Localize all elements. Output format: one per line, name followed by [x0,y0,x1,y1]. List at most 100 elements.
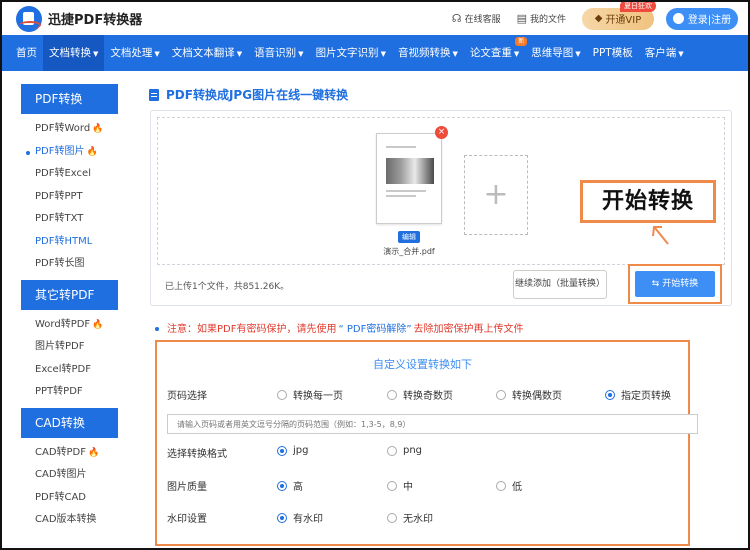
sidebar-item[interactable]: CAD版本转换 [21,509,118,532]
page-option[interactable]: 转换奇数页 [387,387,453,402]
start-convert-button[interactable]: ⇆ 开始转换 [635,271,715,297]
sidebar-item-label: PDF转图片 [35,145,85,157]
sidebar-item-label: PPT转PDF [35,386,83,397]
bullet-icon [155,327,159,331]
sidebar-item[interactable]: CAD转图片 [21,464,118,487]
sidebar-group-title[interactable]: CAD转换 [21,407,118,438]
option-label: 转换偶数页 [512,391,562,402]
radio-unchecked-icon[interactable] [496,389,506,400]
sidebar-item-label: CAD版本转换 [35,514,97,525]
main-nav: 首页 文档转换 ▼ 文档处理 ▼ 文档文本翻译 ▼ 语音识别 ▼ 图片文字识别 ▼ 音视频转换 ▼ 论文查… [2,35,748,71]
login-button[interactable]: 登录|注册 [666,7,738,30]
customer-service-link[interactable]: ☊ 在线客服 [452,12,501,25]
vip-button[interactable]: ◆ 开通VIP 夏日狂欢 [582,0,656,30]
file-icon: ▤ [516,12,527,25]
radio-unchecked-icon[interactable] [387,389,397,400]
logo-icon [16,5,42,32]
chevron-down-icon: ▼ [513,50,520,58]
edit-file-button[interactable]: 编辑 [398,231,420,243]
sidebar-group-title[interactable]: PDF转换 [21,84,118,114]
thumb-line [386,195,416,197]
add-file-plus-icon[interactable]: + [464,155,528,235]
page-option[interactable]: 转换偶数页 [496,387,562,402]
nav-item[interactable]: 首页 [10,35,43,71]
nav-item[interactable]: 文档转换 ▼ [43,35,105,71]
radio-checked-icon[interactable] [605,389,615,400]
sidebar-item[interactable]: PDF转Word 🔥 [21,118,118,141]
sidebar-item[interactable]: PDF转TXT [21,208,118,231]
sidebar-item[interactable]: PDF转PPT [21,186,118,209]
radio-unchecked-icon[interactable] [496,480,506,491]
chevron-down-icon: ▼ [452,50,458,58]
radio-unchecked-icon[interactable] [387,445,397,456]
pdf-unlock-link[interactable]: “ PDF密码解除” [338,324,411,335]
chevron-down-icon: ▼ [236,50,243,58]
page-option[interactable]: 指定页转换 [605,387,671,402]
nav-item[interactable]: 音视频转换 ▼ [392,35,464,71]
nav-item[interactable]: 论文查重 ▼ 新 [464,35,528,71]
continue-add-button[interactable]: 继续添加（批量转换） [513,270,607,299]
headset-icon: ☊ [451,12,462,25]
sidebar-item-label: 图片转PDF [35,341,85,352]
sidebar-list: PDF转Word 🔥 PDF转图片 🔥 PDF转Excel PDF转PPT PDF转TXT P… [21,114,118,280]
delete-file-icon[interactable]: × [435,126,448,139]
customer-service-label: 在线客服 [464,15,501,25]
sidebar-item[interactable]: CAD转PDF 🔥 [21,442,118,465]
format-option[interactable]: png [387,445,422,456]
my-files-link[interactable]: ▤ 我的文件 [517,12,566,25]
sidebar-item[interactable]: PDF转长图 [21,253,118,276]
page-option[interactable]: 转换每一页 [277,387,343,402]
radio-unchecked-icon[interactable] [387,480,397,491]
chevron-down-icon: ▼ [298,50,304,58]
radio-checked-icon[interactable] [277,480,287,491]
logo-text: 迅捷PDF转换器 [48,13,143,28]
sidebar-item[interactable]: PDF转CAD [21,487,118,510]
sidebar-item[interactable]: Excel转PDF [21,359,118,382]
nav-item[interactable]: PPT模板 [587,35,639,71]
sidebar-item[interactable]: PDF转图片 🔥 [21,141,118,164]
chevron-down-icon: ▼ [380,50,386,58]
convert-arrows-icon: ⇆ [651,279,660,289]
sidebar-item[interactable]: PDF转HTML [21,231,118,254]
sidebar-item[interactable]: PPT转PDF [21,381,118,404]
quality-option[interactable]: 中 [387,478,413,493]
nav-item[interactable]: 客户端 ▼ [639,35,690,71]
sidebar-item-label: PDF转Excel [35,168,91,179]
watermark-option[interactable]: 无水印 [387,510,433,525]
nav-item[interactable]: 文档文本翻译 ▼ [166,35,248,71]
watermark-option[interactable]: 有水印 [277,510,323,525]
sidebar-item[interactable]: 图片转PDF [21,336,118,359]
page-title-text: PDF转换成JPG图片在线一键转换 [166,88,349,102]
nav-item[interactable]: 图片文字识别 ▼ [310,35,392,71]
quality-option[interactable]: 低 [496,478,522,493]
watermark-label: 水印设置 [167,514,207,525]
sidebar-item[interactable]: Word转PDF 🔥 [21,314,118,337]
logo[interactable]: 迅捷PDF转换器 [16,5,143,32]
user-icon [672,13,684,24]
nav-item-label: 音视频转换 [397,47,451,59]
option-label: png [403,445,423,456]
nav-item[interactable]: 语音识别 ▼ [248,35,309,71]
nav-item-label: 文档转换 [49,47,91,59]
sidebar-item-label: PDF转TXT [35,213,84,224]
format-option[interactable]: jpg [277,445,308,456]
sidebar-list: Word转PDF 🔥 图片转PDF Excel转PDF PPT转PDF [21,310,118,408]
format-label: 选择转换格式 [167,449,227,460]
radio-checked-icon[interactable] [277,512,287,523]
sidebar-group-title[interactable]: 其它转PDF [21,279,118,310]
radio-checked-icon[interactable] [277,445,287,456]
option-label: 有水印 [293,514,323,525]
sidebar: PDF转换 PDF转Word 🔥 PDF转图片 🔥 PDF转Excel PDF转PPT PDF… [21,84,118,536]
page-range-input[interactable] [167,414,698,434]
nav-item[interactable]: 思维导图 ▼ [525,35,586,71]
radio-unchecked-icon[interactable] [277,389,287,400]
file-thumbnail[interactable] [376,133,442,224]
quality-option[interactable]: 高 [277,478,303,493]
fire-icon: 🔥 [86,146,98,157]
sidebar-item-label: PDF转长图 [35,258,85,269]
nav-item[interactable]: 文档处理 ▼ [104,35,165,71]
fire-icon: 🔥 [92,124,104,134]
sidebar-item[interactable]: PDF转Excel [21,163,118,186]
radio-unchecked-icon[interactable] [387,512,397,523]
chevron-down-icon: ▼ [678,50,684,58]
